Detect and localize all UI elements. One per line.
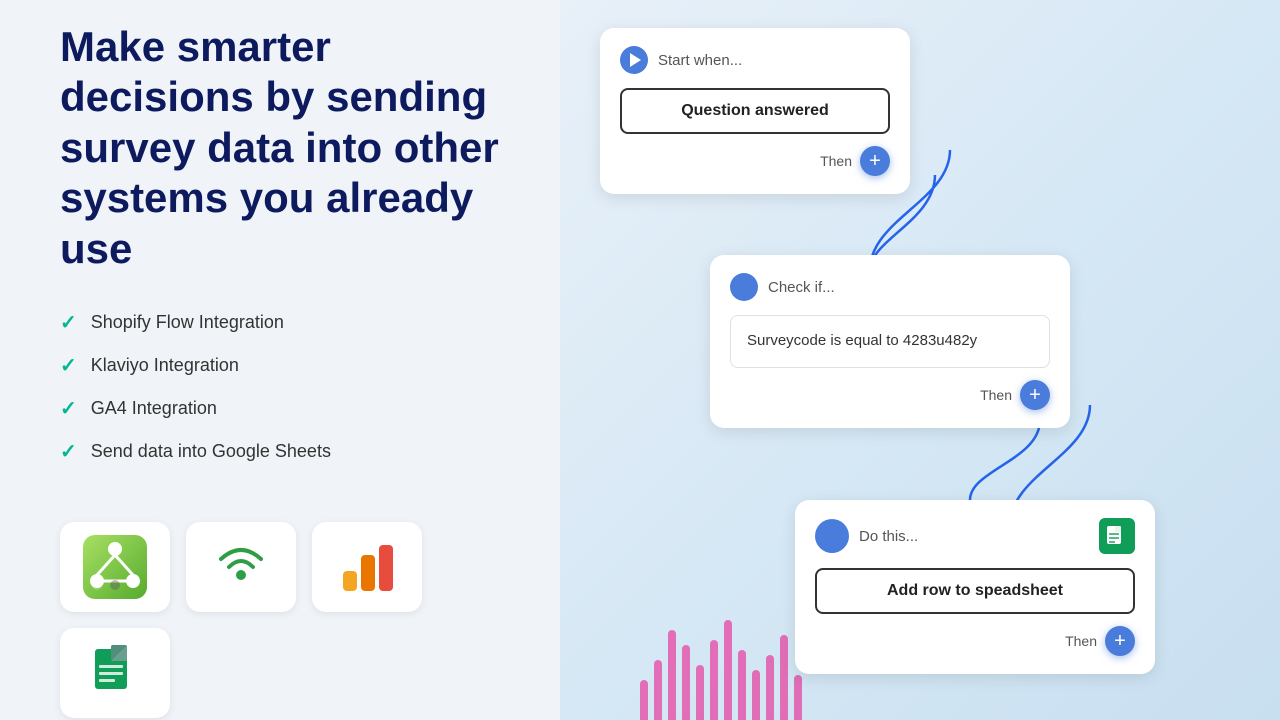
do-card-header: Do this... <box>815 518 1135 554</box>
checklist-item-2: Klaviyo Integration <box>91 355 239 376</box>
list-item: ✓ Klaviyo Integration <box>60 353 510 378</box>
check-icon: ✓ <box>60 439 77 464</box>
action-box: Add row to speadsheet <box>815 568 1135 614</box>
start-label: Start when... <box>658 52 742 69</box>
checklist-item-1: Shopify Flow Integration <box>91 312 284 333</box>
then-label-1: Then <box>820 153 852 169</box>
start-card-header: Start when... <box>620 46 890 74</box>
checklist: ✓ Shopify Flow Integration ✓ Klaviyo Int… <box>60 310 510 482</box>
wave-bar <box>682 645 690 720</box>
check-icon: ✓ <box>60 310 77 335</box>
play-icon <box>620 46 648 74</box>
shopify-icon <box>83 535 147 599</box>
do-card-left: Do this... <box>815 519 918 553</box>
action-text: Add row to speadsheet <box>887 582 1063 599</box>
trigger-box: Question answered <box>620 88 890 134</box>
trigger-text: Question answered <box>681 102 829 119</box>
do-card: Do this... Add row to speadsheet Then + <box>795 500 1155 674</box>
ga4-icon <box>335 535 399 599</box>
wave-bar <box>780 635 788 720</box>
condition-text: Surveycode is equal to 4283u482y <box>747 332 977 349</box>
check-icon: ✓ <box>60 396 77 421</box>
wave-bars <box>640 600 802 720</box>
then-row-3: Then + <box>815 626 1135 656</box>
checklist-item-3: GA4 Integration <box>91 398 217 419</box>
integrations <box>60 522 510 718</box>
check-label: Check if... <box>768 279 835 296</box>
wave-bar <box>738 650 746 720</box>
sheets-icon <box>1099 518 1135 554</box>
list-item: ✓ GA4 Integration <box>60 396 510 421</box>
wave-bar <box>766 655 774 720</box>
list-item: ✓ Send data into Google Sheets <box>60 439 510 464</box>
wave-bar <box>696 665 704 720</box>
then-row-1: Then + <box>620 146 890 176</box>
list-item: ✓ Shopify Flow Integration <box>60 310 510 335</box>
do-dot-icon <box>815 519 849 553</box>
headline: Make smarter decisions by sending survey… <box>60 22 510 274</box>
wave-bar <box>668 630 676 720</box>
check-dot-icon <box>730 273 758 301</box>
check-icon: ✓ <box>60 353 77 378</box>
klaviyo-card <box>186 522 296 612</box>
then-plus-button-3[interactable]: + <box>1105 626 1135 656</box>
shopify-card <box>60 522 170 612</box>
sheets-svg <box>1105 524 1129 548</box>
then-label-3: Then <box>1065 633 1097 649</box>
wave-bar <box>752 670 760 720</box>
check-card-header: Check if... <box>730 273 1050 301</box>
do-label: Do this... <box>859 528 918 545</box>
ga4-card <box>312 522 422 612</box>
condition-box: Surveycode is equal to 4283u482y <box>730 315 1050 368</box>
checklist-item-4: Send data into Google Sheets <box>91 441 331 462</box>
right-panel: Start when... Question answered Then + C… <box>560 0 1280 720</box>
klaviyo-icon <box>209 535 273 599</box>
wave-bar <box>794 675 802 720</box>
google-sheets-icon <box>83 641 147 705</box>
wave-bar <box>710 640 718 720</box>
wave-bar <box>724 620 732 720</box>
left-panel: Make smarter decisions by sending survey… <box>0 0 560 720</box>
google-sheets-card <box>60 628 170 718</box>
play-triangle <box>630 53 641 67</box>
wave-bar <box>654 660 662 720</box>
wave-bar <box>640 680 648 720</box>
